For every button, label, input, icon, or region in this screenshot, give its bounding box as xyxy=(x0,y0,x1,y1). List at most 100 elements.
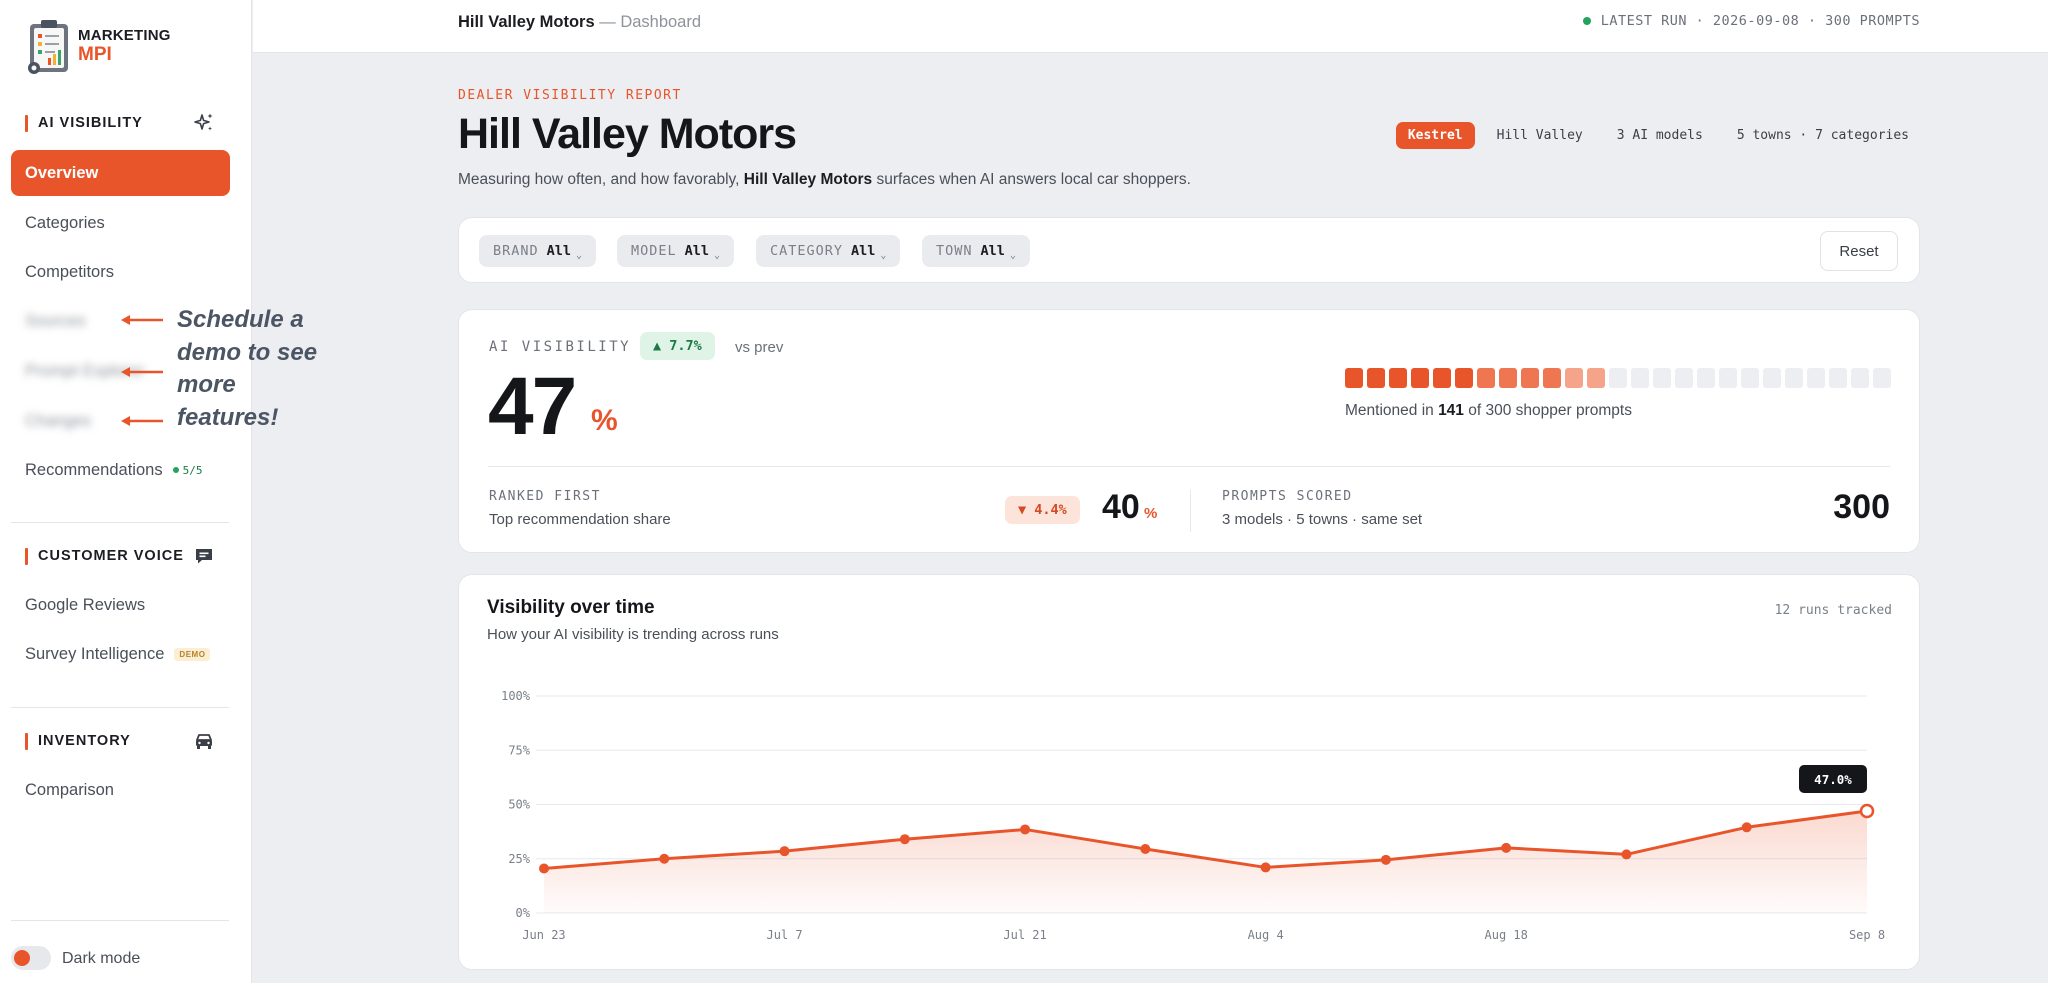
topbar: Hill Valley Motors — Dashboard LATEST RU… xyxy=(253,0,2048,53)
chevron-down-icon: ⌄ xyxy=(714,249,721,261)
visibility-segment xyxy=(1807,368,1825,388)
mentioned-post: of 300 shopper prompts xyxy=(1463,402,1632,419)
filter-key: TOWN xyxy=(936,243,973,259)
data-point-latest xyxy=(1859,803,1875,819)
nav-categories[interactable]: Categories xyxy=(11,200,230,246)
nav-label: Categories xyxy=(25,213,105,232)
dark-mode-toggle[interactable] xyxy=(11,946,51,970)
filter-category[interactable]: CATEGORY All ⌄ xyxy=(756,235,901,267)
brand-line2: MPI xyxy=(78,44,112,65)
subtitle-text: Measuring how often, and how favorably, xyxy=(458,171,744,188)
sparkles-icon xyxy=(194,113,213,131)
status-dot-icon xyxy=(172,467,179,473)
section-accent-bar xyxy=(25,114,28,132)
visibility-segment xyxy=(1741,368,1759,388)
reset-button[interactable]: Reset xyxy=(1820,231,1898,271)
filter-town[interactable]: TOWN All ⌄ xyxy=(922,235,1030,267)
metric-label: AI VISIBILITY xyxy=(489,339,632,355)
filter-value: All xyxy=(546,243,572,259)
chevron-down-icon: ⌄ xyxy=(576,249,583,261)
nav-overview[interactable]: Overview xyxy=(11,150,230,196)
divider xyxy=(488,466,1890,467)
nav-label: Overview xyxy=(25,163,99,182)
data-point xyxy=(659,853,670,864)
section-title: AI VISIBILITY xyxy=(38,115,143,131)
x-tick-label: Sep 8 xyxy=(1849,928,1885,942)
filter-key: MODEL xyxy=(631,243,677,259)
visibility-segment xyxy=(1829,368,1847,388)
recommendations-badge: 5/5 xyxy=(172,464,202,477)
visibility-segment xyxy=(1499,368,1517,388)
visibility-value: 47 xyxy=(488,361,577,452)
nav-comparison[interactable]: Comparison xyxy=(11,767,230,813)
divider xyxy=(11,707,229,708)
data-point xyxy=(1140,843,1151,854)
delta-down-badge: ▼ 4.4% xyxy=(1005,496,1080,524)
data-point xyxy=(1260,862,1271,873)
data-point xyxy=(1741,822,1752,833)
nav-label: Competitors xyxy=(25,262,114,281)
nav-label: Survey Intelligence xyxy=(25,644,165,663)
pill-models[interactable]: 3 AI models xyxy=(1605,122,1715,149)
nav-survey-intelligence[interactable]: Survey Intelligence DEMO xyxy=(11,631,230,677)
pill-market[interactable]: Hill Valley xyxy=(1485,122,1595,149)
section-accent-bar xyxy=(25,547,28,565)
filter-key: BRAND xyxy=(493,243,539,259)
dark-mode-label: Dark mode xyxy=(62,950,141,967)
visibility-segment-bar xyxy=(1345,368,1895,388)
data-point xyxy=(1501,842,1512,853)
section-customer-voice: CUSTOMER VOICE xyxy=(25,545,215,567)
visibility-line-chart[interactable]: 0% 25% 50% 75% 100% Jun 23 Jul 7 Jul 21 Aug 4 Aug… xyxy=(459,575,1919,969)
filter-brand[interactable]: BRAND All ⌄ xyxy=(479,235,597,267)
filter-value: All xyxy=(980,243,1005,259)
visibility-metrics-card: AI VISIBILITY ▲ 7.7% vs prev 47 % Mentio… xyxy=(458,309,1920,553)
visibility-segment xyxy=(1697,368,1715,388)
page-subtitle: Measuring how often, and how favorably, … xyxy=(458,171,1191,189)
brand-line1: MARKETING xyxy=(78,27,171,44)
demo-callout: Schedule a demo to see more features! xyxy=(177,306,318,431)
latest-run-status: LATEST RUN · 2026-09-08 · 300 PROMPTS xyxy=(1582,13,1920,29)
pill-scope[interactable]: 5 towns · 7 categories xyxy=(1725,122,1921,149)
status-dot-icon xyxy=(1582,17,1591,25)
logo[interactable]: MARKETING MPI xyxy=(26,18,171,74)
data-point xyxy=(1380,854,1391,865)
visibility-segment xyxy=(1543,368,1561,388)
visibility-unit: % xyxy=(591,404,618,437)
data-point xyxy=(539,863,549,874)
visibility-chart-card: Visibility over time How your AI visibil… xyxy=(458,574,1920,970)
context-pills: Kestrel Hill Valley 3 AI models 5 towns … xyxy=(1386,122,1921,149)
visibility-segment xyxy=(1521,368,1539,388)
nav-competitors[interactable]: Competitors xyxy=(11,249,230,295)
visibility-segment xyxy=(1763,368,1781,388)
breadcrumb-dealer[interactable]: Hill Valley Motors xyxy=(458,13,595,31)
section-title: CUSTOMER VOICE xyxy=(38,548,184,564)
filter-model[interactable]: MODEL All ⌄ xyxy=(617,235,735,267)
subtitle-text: surfaces when AI answers local car shopp… xyxy=(872,171,1191,188)
divider xyxy=(11,920,229,921)
visibility-segment xyxy=(1433,368,1451,388)
y-tick-label: 75% xyxy=(508,743,530,757)
filter-key: CATEGORY xyxy=(770,243,844,259)
mentioned-text: Mentioned in 141 of 300 shopper prompts xyxy=(1345,402,1632,420)
clipboard-logo-icon xyxy=(26,18,74,74)
breadcrumb-separator: — xyxy=(599,13,616,31)
data-point xyxy=(779,846,790,857)
nav-label: Sources xyxy=(25,311,86,330)
x-tick-label: Jul 21 xyxy=(1003,928,1046,942)
nav-recommendations[interactable]: Recommendations 5/5 xyxy=(11,447,230,493)
data-point xyxy=(899,834,910,845)
breadcrumb: Hill Valley Motors — Dashboard xyxy=(458,13,701,32)
section-inventory: INVENTORY xyxy=(25,730,215,752)
prompts-scored-sub: 3 models · 5 towns · same set xyxy=(1222,511,1423,528)
y-tick-label: 50% xyxy=(508,798,530,812)
ranked-first-label: RANKED FIRST xyxy=(489,489,601,504)
pill-brand[interactable]: Kestrel xyxy=(1395,122,1475,149)
nav-google-reviews[interactable]: Google Reviews xyxy=(11,582,230,628)
nav-label: Comparison xyxy=(25,780,114,799)
filter-value: All xyxy=(684,243,710,259)
visibility-segment xyxy=(1609,368,1627,388)
data-point xyxy=(1020,824,1031,835)
visibility-segment xyxy=(1873,368,1891,388)
area-fill xyxy=(544,811,1867,913)
tooltip-text: 47.0% xyxy=(1814,772,1852,787)
